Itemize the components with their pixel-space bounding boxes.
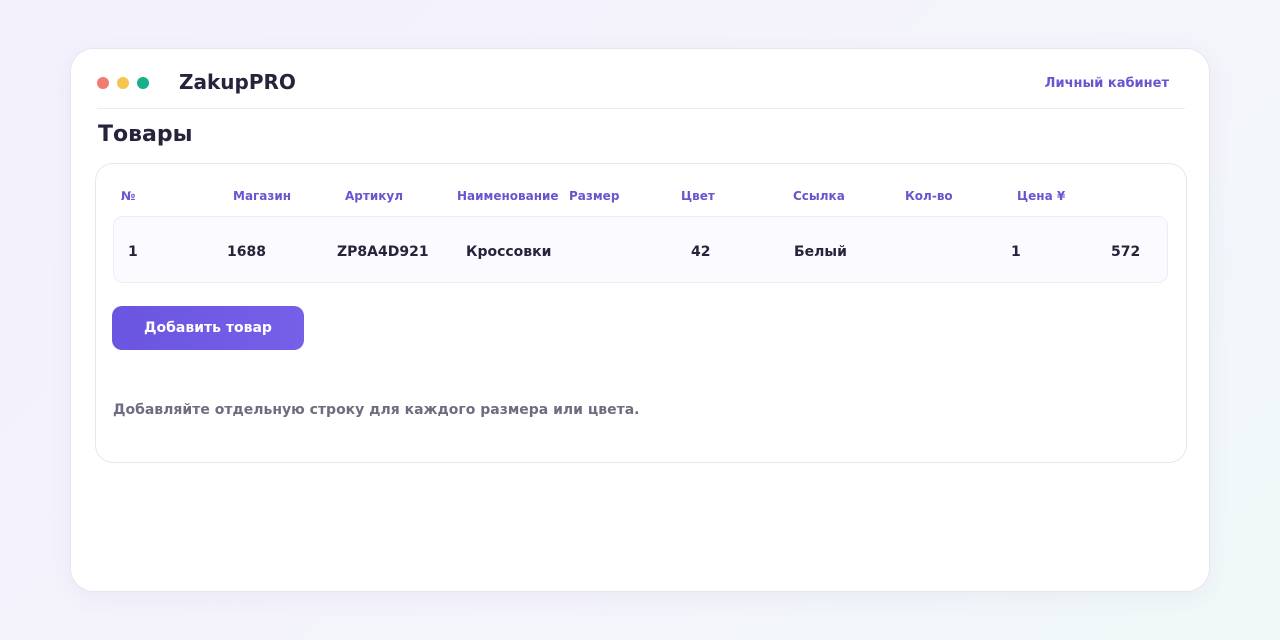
column-header-price: Цена ¥ — [1017, 189, 1066, 203]
title-bar: ZakupPRO Личный кабинет — [97, 49, 1185, 109]
page-title: Товары — [98, 122, 193, 147]
column-header-size: Размер — [569, 189, 620, 203]
cell-color: Белый — [794, 244, 847, 260]
window-dot-yellow-icon — [117, 77, 129, 89]
app-window: ZakupPRO Личный кабинет Товары № Магазин… — [70, 48, 1210, 592]
cell-price: 572 — [1111, 244, 1141, 260]
cell-article: ZP8A4D921 — [337, 244, 429, 260]
cell-number: 1 — [128, 244, 138, 260]
window-dot-green-icon — [137, 77, 149, 89]
column-header-store: Магазин — [233, 189, 292, 203]
products-card: № Магазин Артикул Наименование Размер Цв… — [95, 163, 1187, 463]
column-header-quantity: Кол-во — [905, 189, 953, 203]
cell-size: 42 — [691, 244, 711, 260]
column-header-name: Наименование — [457, 189, 559, 203]
column-header-number: № — [121, 189, 136, 203]
cell-store: 1688 — [227, 244, 266, 260]
add-product-button[interactable]: Добавить товар — [112, 306, 304, 350]
column-header-color: Цвет — [681, 189, 715, 203]
table-row[interactable]: 1 1688 ZP8A4D921 Кроссовки 42 Белый 1 57… — [113, 216, 1168, 283]
app-title: ZakupPRO — [179, 70, 296, 94]
window-dot-red-icon — [97, 77, 109, 89]
column-header-article: Артикул — [345, 189, 403, 203]
column-header-link: Ссылка — [793, 189, 845, 203]
account-link[interactable]: Личный кабинет — [1045, 75, 1169, 93]
hint-text: Добавляйте отдельную строку для каждого … — [113, 402, 640, 418]
cell-quantity: 1 — [1011, 244, 1021, 260]
cell-name: Кроссовки — [466, 244, 552, 260]
